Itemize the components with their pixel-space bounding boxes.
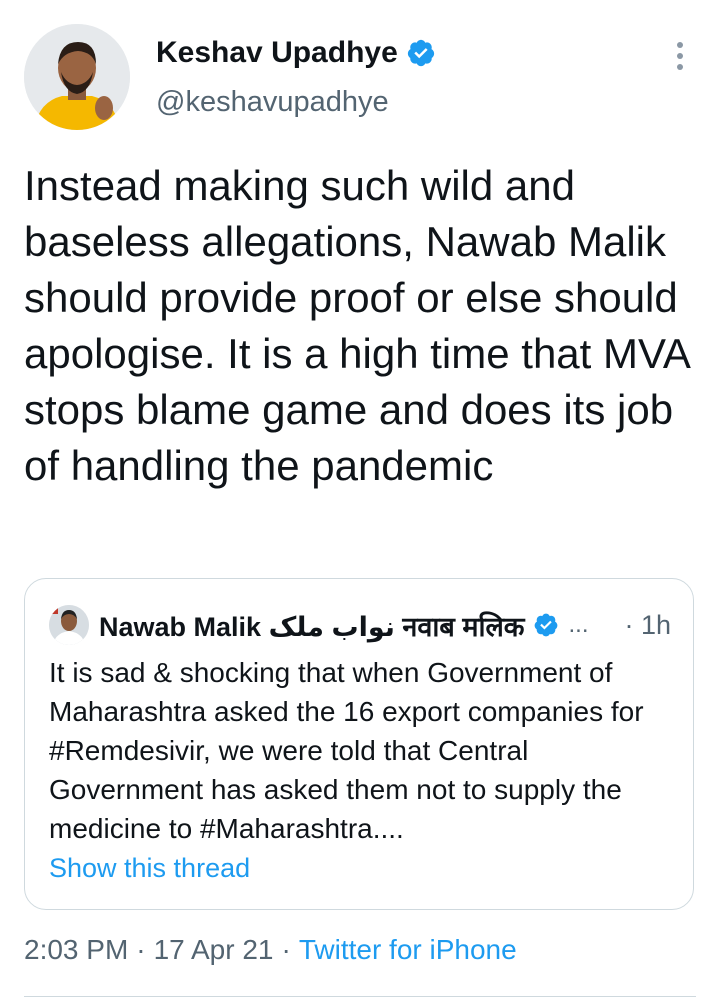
divider: [24, 996, 696, 997]
quoted-author-name: Nawab Malik نواب ملک नवाब मलिक: [99, 611, 525, 642]
tweet-text: Instead making such wild and baseless al…: [24, 162, 689, 489]
quoted-author-avatar: [49, 605, 89, 645]
quoted-tweet-card[interactable]: Nawab Malik نواب ملک नवाब मलिक ... · 1h …: [24, 578, 694, 910]
quoted-name-truncation: ...: [568, 611, 589, 638]
tweet-date[interactable]: 17 Apr 21: [154, 934, 274, 965]
quoted-tweet-header: Nawab Malik نواب ملک नवाब मलिक ... · 1h: [49, 605, 671, 645]
author-handle[interactable]: @keshavupadhye: [156, 86, 389, 119]
author-name-row: Keshav Upadhye: [156, 36, 436, 70]
profile-photo-icon: [24, 24, 130, 130]
quoted-tweet-time: · 1h: [624, 609, 671, 640]
more-options-icon[interactable]: [666, 38, 694, 74]
show-thread-link[interactable]: Show this thread: [49, 853, 250, 884]
meta-separator: ·: [281, 934, 291, 965]
verified-badge-icon: [407, 39, 434, 67]
tweet-time[interactable]: 2:03 PM: [24, 934, 128, 965]
author-display-name[interactable]: Keshav Upadhye: [156, 36, 398, 70]
tweet-source-link[interactable]: Twitter for iPhone: [299, 934, 517, 965]
tweet-meta: 2:03 PM · 17 Apr 21 · Twitter for iPhone: [24, 934, 517, 966]
author-avatar[interactable]: [24, 24, 130, 130]
quoted-profile-photo-icon: [49, 605, 89, 645]
meta-separator: ·: [136, 934, 146, 965]
quoted-verified-badge-icon: [534, 613, 557, 637]
quoted-tweet-text: It is sad & shocking that when Governmen…: [49, 657, 644, 844]
